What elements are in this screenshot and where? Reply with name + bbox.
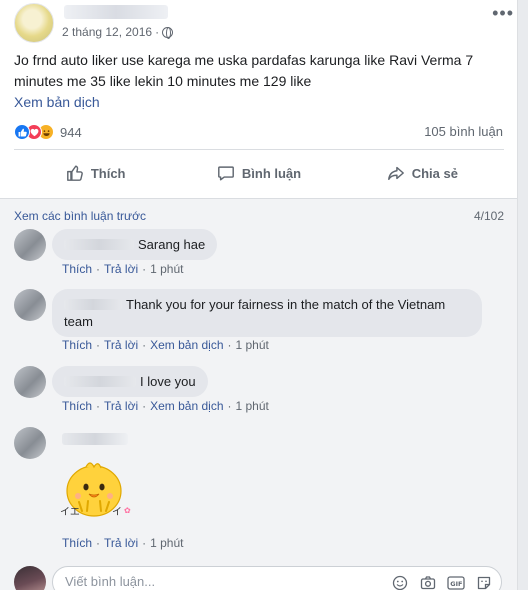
gif-icon[interactable]: GIF [447,574,465,590]
comment-item: Thank you for your fairness in the match… [14,289,504,359]
comment-time[interactable]: 1 phút [150,536,183,550]
comment-pager: 4/102 [473,209,504,223]
emoji-icon[interactable] [391,574,409,590]
comment-reply-link[interactable]: Trả lời [104,536,138,550]
sticker-text-right: イ [112,507,122,518]
comment-item: Sarang hae Thích · Trả lời · 1 phút [14,229,504,289]
comment-time[interactable]: 1 phút [236,399,269,413]
meta-separator: · [155,25,160,39]
comment-bubble: Sarang hae [52,229,218,260]
comment-bubble: I love you [52,366,208,397]
comments-section: Xem các bình luận trước 4/102 Sarang hae… [0,198,517,590]
commenter-avatar[interactable] [14,427,46,459]
comment-label: Bình luận [241,165,302,181]
comment-like-link[interactable]: Thích [62,399,92,413]
comment-bubble: Thank you for your fairness in the match… [52,289,482,337]
comment-reply-link[interactable]: Trả lời [104,399,138,413]
comment-actions: Thích · Trả lời · 1 phút [62,536,184,550]
post-meta: 2 tháng 12, 2016 · [62,25,174,39]
comment-like-link[interactable]: Thích [62,536,92,550]
comment-button[interactable]: Bình luận [177,155,340,191]
post-card: 2 tháng 12, 2016 · ••• Jo frnd auto like… [0,0,518,590]
author-avatar[interactable] [14,3,54,43]
commenter-avatar[interactable] [14,366,46,398]
commenter-name-redacted[interactable] [64,376,136,387]
comment-translate-link[interactable]: Xem bản dịch [150,338,223,352]
comment-time[interactable]: 1 phút [150,262,183,276]
reactions-summary[interactable]: 944 [14,123,82,141]
author-name-redacted[interactable] [64,5,168,19]
share-icon [387,166,404,181]
comment-reply-link[interactable]: Trả lời [104,338,138,352]
share-label: Chia sẻ [411,165,458,181]
comment-input-box[interactable]: GIF [52,566,502,590]
comment-composer: GIF [14,566,514,590]
reaction-count[interactable]: 944 [60,125,82,140]
comment-actions: Thích · Trả lời · 1 phút [62,262,184,276]
current-user-avatar[interactable] [14,566,46,590]
comment-time[interactable]: 1 phút [236,338,269,352]
composer-icons: GIF [391,574,493,590]
like-button[interactable]: Thích [14,155,177,191]
comment-count[interactable]: 105 bình luận [424,124,503,139]
commenter-avatar[interactable] [14,289,46,321]
commenter-name-redacted[interactable] [62,433,128,445]
camera-icon[interactable] [419,574,437,590]
comment-item: イエ イ ✿ Thích · Trả lời · 1 phút [14,427,504,557]
divider [14,149,504,150]
like-label: Thích [90,165,126,181]
sticker-text-left: イエ [60,507,80,518]
comment-reply-link[interactable]: Trả lời [104,262,138,276]
more-options-icon[interactable]: ••• [492,3,514,24]
sticker-icon[interactable] [475,574,493,590]
chick-sticker[interactable]: イエ イ ✿ [56,457,132,527]
see-translation-link[interactable]: Xem bản dịch [14,94,100,110]
like-reaction-icon [14,124,30,140]
comment-input[interactable] [65,574,365,589]
post-header: 2 tháng 12, 2016 · ••• [14,3,514,43]
action-bar: Thích Bình luận Chia sẻ [14,155,504,191]
commenter-name-redacted[interactable] [64,239,134,250]
svg-text:GIF: GIF [450,580,462,588]
post-text: Jo frnd auto liker use karega me uska pa… [14,52,474,89]
comment-icon [217,166,234,181]
comment-item: I love you Thích · Trả lời · Xem bản dịch · 1 … [14,366,504,426]
globe-icon[interactable] [162,26,174,39]
thumbs-up-icon [66,165,83,181]
comment-like-link[interactable]: Thích [62,262,92,276]
comment-actions: Thích · Trả lời · Xem bản dịch · 1 phút [62,338,269,352]
comment-like-link[interactable]: Thích [62,338,92,352]
commenter-name-redacted[interactable] [64,299,122,310]
view-previous-comments-link[interactable]: Xem các bình luận trước [14,209,146,223]
commenter-avatar[interactable] [14,229,46,261]
comment-actions: Thích · Trả lời · Xem bản dịch · 1 phút [62,399,269,413]
sticker-flower-icon: ✿ [124,506,131,515]
post-timestamp[interactable]: 2 tháng 12, 2016 [62,25,152,39]
share-button[interactable]: Chia sẻ [341,155,504,191]
comment-translate-link[interactable]: Xem bản dịch [150,399,223,413]
comment-text: I love you [140,374,196,389]
comment-text: Sarang hae [138,237,206,252]
